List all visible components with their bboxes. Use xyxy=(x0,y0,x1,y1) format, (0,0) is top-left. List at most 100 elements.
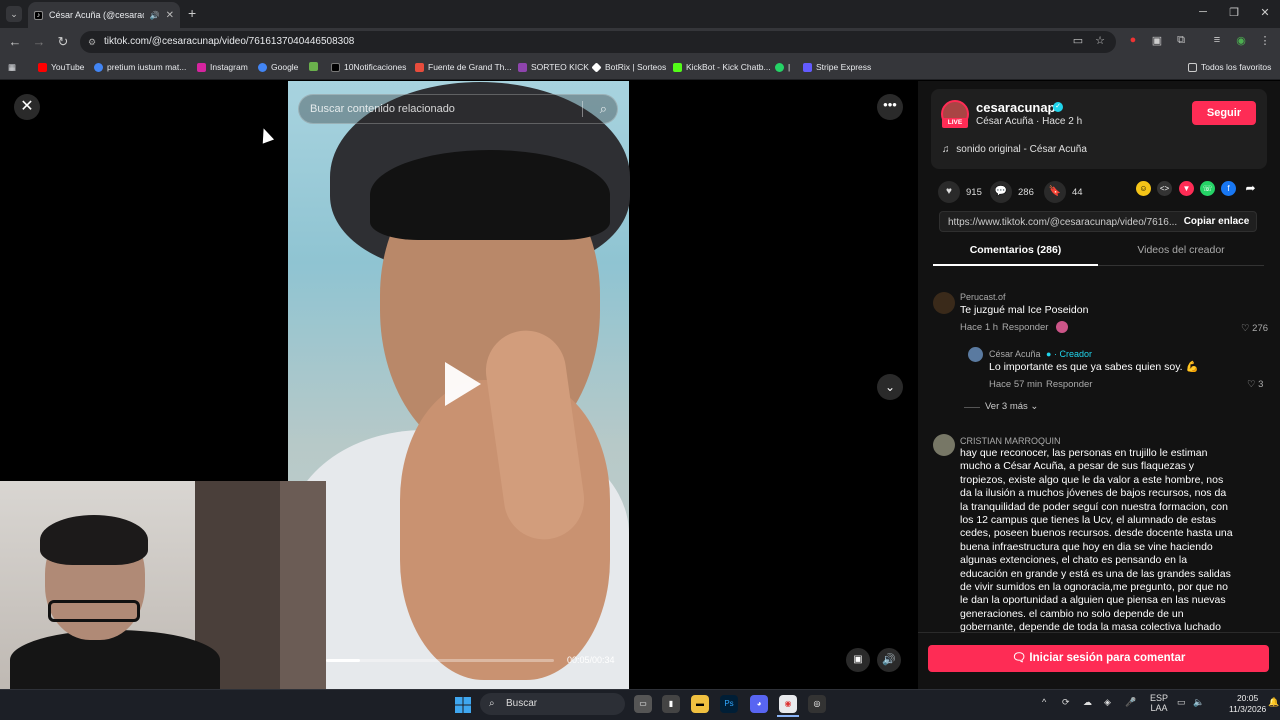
save-stat[interactable]: 🔖 44 xyxy=(1044,181,1083,203)
bookmark-unnamed[interactable] xyxy=(309,62,318,71)
reply-author[interactable]: César Acuña ● · Creador xyxy=(989,349,1092,359)
reply-avatar[interactable] xyxy=(968,347,983,362)
copy-link-button[interactable]: Copiar enlace xyxy=(1176,211,1257,232)
commenter-avatar[interactable] xyxy=(933,434,955,456)
comment-stat[interactable]: 💬 286 xyxy=(990,181,1034,203)
profile-avatar[interactable]: ◉ xyxy=(1233,34,1249,47)
chrome-icon[interactable]: ◉ xyxy=(779,695,797,713)
reading-list-icon[interactable]: ≡ xyxy=(1209,34,1225,46)
extension-record-icon[interactable]: ● xyxy=(1125,34,1141,46)
tab-comments[interactable]: Comentarios (286) xyxy=(933,244,1098,266)
video-frame-hair xyxy=(370,150,610,240)
taskbar-search[interactable]: ⌕ Buscar xyxy=(480,693,625,715)
bookmark-instagram[interactable]: Instagram xyxy=(197,62,248,72)
app-icon[interactable]: ▮ xyxy=(662,695,680,713)
bookmark-star-icon[interactable]: ☆ xyxy=(1092,34,1108,47)
extensions-icon[interactable]: ⧉ xyxy=(1173,34,1189,47)
divider xyxy=(964,407,980,408)
bookmark-botrix[interactable]: BotRix | Sorteos xyxy=(591,61,666,73)
reply-reply-link[interactable]: Responder xyxy=(1046,379,1092,390)
creator-username[interactable]: cesaracunap xyxy=(976,100,1056,115)
comment-text: Te juzgué mal Ice Poseidon xyxy=(960,304,1089,316)
browser-tab-active[interactable]: ♪ César Acuña (@cesaracunap 🔊 ✕ xyxy=(28,2,180,28)
bookmark-10notificaciones[interactable]: 10Notificaciones xyxy=(331,62,406,72)
window-close-icon[interactable]: ✕ xyxy=(1255,6,1275,19)
comment-like[interactable]: ♡ 276 xyxy=(1241,323,1268,334)
active-app-indicator xyxy=(777,715,799,717)
apps-grid-icon[interactable]: ▦ xyxy=(8,62,16,73)
share-friends-icon[interactable]: ☺ xyxy=(1136,181,1151,196)
music-line[interactable]: ♫ sonido original - César Acuña xyxy=(942,144,1087,155)
commenter-avatar[interactable] xyxy=(933,292,955,314)
comment-author[interactable]: Perucast.of xyxy=(960,292,1006,302)
bookmark-youtube[interactable]: YouTube xyxy=(38,62,84,72)
tray-cloud-icon[interactable]: ☁ xyxy=(1083,697,1092,708)
file-explorer-icon[interactable]: ▬ xyxy=(691,695,709,713)
music-title: sonido original - César Acuña xyxy=(956,144,1087,155)
minimize-icon[interactable]: ─ xyxy=(1193,6,1213,18)
windows-start-icon[interactable] xyxy=(455,697,471,713)
login-to-comment-button[interactable]: 🗨 Iniciar sesión para comentar xyxy=(928,645,1269,672)
play-icon[interactable] xyxy=(445,362,481,406)
bookmark-sorteo-kick[interactable]: SORTEO KICK xyxy=(518,62,589,72)
picture-in-picture-icon[interactable]: ▣ xyxy=(846,648,870,672)
browser-menu-icon[interactable]: ⋮ xyxy=(1257,34,1273,47)
obs-icon[interactable]: ◎ xyxy=(808,695,826,713)
comment-icon[interactable]: 💬 xyxy=(990,181,1012,203)
heart-outline-icon[interactable]: ♡ xyxy=(1241,323,1250,334)
back-icon[interactable]: ← xyxy=(7,34,23,49)
tray-sync-icon[interactable]: ⟳ xyxy=(1062,697,1070,708)
next-video-chevron-icon[interactable]: ⌄ xyxy=(877,374,903,400)
tray-mic-icon[interactable]: 🎤 xyxy=(1125,697,1136,708)
video-progress-track[interactable] xyxy=(326,659,554,662)
tab-search-icon[interactable]: ⌄ xyxy=(6,6,22,22)
share-arrow-icon[interactable]: ➦ xyxy=(1243,181,1258,196)
follow-button[interactable]: Seguir xyxy=(1192,101,1256,125)
extension-card-icon[interactable]: ▣ xyxy=(1149,34,1165,47)
bookmark-fuente-gta[interactable]: Fuente de Grand Th... xyxy=(415,62,511,72)
reload-icon[interactable]: ↻ xyxy=(55,34,71,50)
bookmark-icon[interactable]: 🔖 xyxy=(1044,181,1066,203)
discord-icon[interactable]: ◕ xyxy=(750,695,768,713)
close-video-button[interactable]: ✕ xyxy=(14,94,40,120)
like-stat[interactable]: ♥ 915 xyxy=(938,181,982,203)
bookmark-pretium[interactable]: pretium iustum mat... xyxy=(94,62,186,72)
share-send-icon[interactable]: ▼ xyxy=(1179,181,1194,196)
taskbar-clock[interactable]: 20:05 11/3/2026 xyxy=(1229,693,1266,715)
embed-code-icon[interactable]: <> xyxy=(1157,181,1172,196)
whatsapp-share-icon[interactable]: ☏ xyxy=(1200,181,1215,196)
bookmark-google[interactable]: Google xyxy=(258,62,298,72)
volume-icon[interactable]: 🔊 xyxy=(877,648,901,672)
tab-close-icon[interactable]: ✕ xyxy=(166,10,174,21)
restore-icon[interactable]: ❐ xyxy=(1224,6,1244,19)
photoshop-icon[interactable]: Ps xyxy=(720,695,738,713)
facebook-share-icon[interactable]: f xyxy=(1221,181,1236,196)
tab-creator-videos[interactable]: Videos del creador xyxy=(1098,244,1264,266)
site-info-icon[interactable]: ⚙ xyxy=(88,31,96,53)
heart-icon[interactable]: ♥ xyxy=(938,181,960,203)
heart-outline-icon[interactable]: ♡ xyxy=(1247,379,1256,390)
language-indicator[interactable]: ESP LAA xyxy=(1150,693,1168,713)
reply-like[interactable]: ♡ 3 xyxy=(1247,379,1263,390)
bookmark-whatsapp[interactable]: | xyxy=(775,62,790,72)
network-icon[interactable]: ▭ xyxy=(1177,697,1186,708)
address-bar[interactable]: ⚙ tiktok.com/@cesaracunap/video/76161370… xyxy=(80,31,1116,53)
task-view-icon[interactable]: ▭ xyxy=(634,695,652,713)
cast-icon[interactable]: ▭ xyxy=(1070,34,1086,47)
bookmark-kickbot[interactable]: KickBot - Kick Chatb... xyxy=(673,62,771,72)
notification-icon[interactable]: 🔔 xyxy=(1268,697,1279,708)
view-more-replies[interactable]: Ver 3 más ⌄ xyxy=(985,401,1038,412)
tray-app-icon[interactable]: ◈ xyxy=(1104,697,1111,708)
reply-link[interactable]: Responder xyxy=(1002,322,1048,333)
new-tab-icon[interactable]: + xyxy=(188,5,196,21)
tray-overflow-icon[interactable]: ^ xyxy=(1042,697,1046,707)
more-options-icon[interactable]: ••• xyxy=(877,94,903,120)
related-search-input[interactable]: Buscar contenido relacionado ⌕ xyxy=(298,94,618,124)
volume-tray-icon[interactable]: 🔈 xyxy=(1193,697,1204,708)
video-progress-fill xyxy=(326,659,360,662)
search-icon[interactable]: ⌕ xyxy=(600,95,607,123)
forward-icon[interactable]: → xyxy=(31,34,47,49)
comment-author[interactable]: CRISTIAN MARROQUIN xyxy=(960,436,1061,446)
all-bookmarks[interactable]: Todos los favoritos xyxy=(1188,62,1271,72)
bookmark-stripe[interactable]: Stripe Express xyxy=(803,62,871,72)
